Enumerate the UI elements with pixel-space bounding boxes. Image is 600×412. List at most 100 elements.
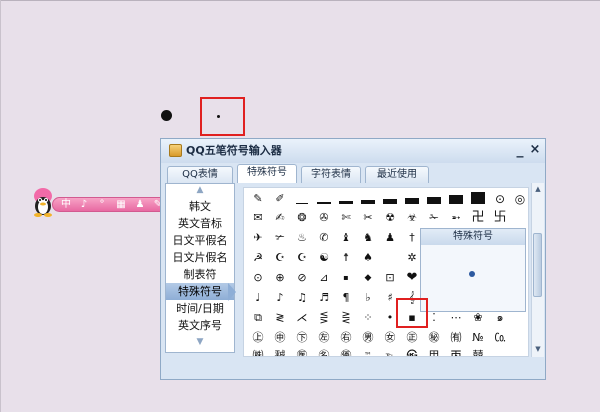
symbol-cell[interactable]: ☪ (292, 248, 312, 268)
symbol-cell[interactable] (402, 189, 422, 209)
symbol-cell[interactable]: ⊿ (314, 268, 334, 288)
symbol-cell[interactable]: ⊙ (248, 268, 268, 288)
symbol-cell[interactable]: ▪ (336, 268, 356, 288)
scroll-down-arrow-icon[interactable]: ▼ (532, 343, 544, 355)
symbol-cell[interactable] (358, 189, 378, 209)
scroll-thumb[interactable] (533, 233, 542, 297)
symbol-cell[interactable]: ☢ (380, 208, 400, 228)
symbol-cell[interactable]: ❀ (468, 308, 488, 328)
tab-recent[interactable]: 最近使用 (365, 166, 429, 183)
symbol-cell[interactable]: ✎ (248, 189, 268, 209)
symbol-cell[interactable]: ⊕ (270, 268, 290, 288)
symbol-cell[interactable]: ✄ (336, 208, 356, 228)
sidebar-down-arrow-icon[interactable]: ▼ (166, 336, 234, 348)
symbol-cell[interactable]: ☭ (248, 248, 268, 268)
symbol-cell[interactable]: ♫ (292, 288, 312, 308)
symbol-cell[interactable]: ⊡ (380, 268, 400, 288)
symbol-cell[interactable]: ㊔ (314, 346, 334, 356)
sidebar-item-ordinals[interactable]: 英文序号 (166, 317, 234, 334)
symbol-cell[interactable]: ㊥ (270, 328, 290, 348)
symbol-cell[interactable]: ☯ (314, 248, 334, 268)
symbol-cell[interactable]: ♟ (380, 228, 400, 248)
symbol-cell[interactable]: ⧉ (248, 308, 268, 328)
symbol-cell[interactable]: ㊧ (314, 328, 334, 348)
symbol-cell[interactable]: ✃ (270, 228, 290, 248)
symbol-cell[interactable]: ✂ (358, 208, 378, 228)
symbol-cell[interactable]: ⁘ (358, 308, 378, 328)
symbol-cell[interactable]: ☨ (336, 248, 356, 268)
tab-special-symbols[interactable]: 特殊符号 (237, 164, 297, 183)
symbol-cell[interactable]: ㊣ (402, 328, 422, 348)
ime-keyboard-icon[interactable]: ▦ (113, 198, 129, 211)
ime-moon-icon[interactable]: ♪ (77, 198, 91, 211)
symbol-cell[interactable]: ㆛ (446, 346, 466, 356)
symbol-cell[interactable] (424, 189, 444, 209)
symbol-cell[interactable]: ㊝ (336, 346, 356, 356)
symbol-cell[interactable]: ✈ (248, 228, 268, 248)
minimize-button[interactable]: _ (513, 140, 527, 160)
symbol-cell[interactable]: ❤ (402, 268, 422, 288)
symbol-cell[interactable] (314, 189, 334, 209)
symbol-cell[interactable] (468, 189, 488, 209)
symbol-cell[interactable]: ✉ (248, 208, 268, 228)
symbol-cell[interactable]: ㈱ (248, 346, 268, 356)
symbol-cell[interactable]: ㉿ (402, 346, 422, 356)
symbol-cell[interactable]: ㊩ (292, 346, 312, 356)
scroll-up-arrow-icon[interactable]: ▲ (532, 183, 544, 195)
symbol-cell[interactable]: ⋛ (336, 308, 356, 328)
tab-char-emoji[interactable]: 字符表情 (301, 166, 361, 183)
symbol-cell[interactable]: ㊦ (292, 328, 312, 348)
symbol-cell[interactable]: ⋌ (292, 308, 312, 328)
symbol-cell[interactable]: ✐ (270, 189, 290, 209)
symbol-cell[interactable]: ♞ (358, 228, 378, 248)
sidebar-item-korean[interactable]: 韩文 (166, 198, 234, 215)
symbol-cell[interactable]: ♭ (358, 288, 378, 308)
symbol-cell[interactable]: ✆ (314, 228, 334, 248)
symbol-cell[interactable]: ㊚ (358, 328, 378, 348)
symbol-cell[interactable]: ♬ (314, 288, 334, 308)
symbol-cell[interactable] (380, 189, 400, 209)
ime-user-icon[interactable]: ♟ (133, 198, 147, 211)
vertical-scrollbar[interactable]: ▲ ▼ (531, 183, 544, 357)
symbol-cell[interactable] (336, 189, 356, 209)
symbol-cell[interactable]: ♪ (270, 288, 290, 308)
symbol-cell[interactable]: ✁ (424, 208, 444, 228)
sidebar-item-box-drawing[interactable]: 制表符 (166, 266, 234, 283)
symbol-cell[interactable]: ♝ (336, 228, 356, 248)
symbol-cell[interactable]: ♩ (248, 288, 268, 308)
symbol-cell[interactable]: † (402, 228, 422, 248)
symbol-cell[interactable]: № (468, 328, 488, 348)
sidebar-item-phonetics[interactable]: 英文音标 (166, 215, 234, 232)
symbol-cell[interactable]: ㊨ (336, 328, 356, 348)
symbol-cell[interactable]: 囍 (468, 346, 488, 356)
sidebar-item-hiragana[interactable]: 日文平假名 (166, 232, 234, 249)
symbol-cell[interactable]: ㊙ (424, 328, 444, 348)
symbol-cell[interactable]: ◆ (358, 268, 378, 288)
symbol-cell[interactable]: ⋚ (314, 308, 334, 328)
symbol-cell[interactable]: ☪ (270, 248, 290, 268)
symbol-cell[interactable]: 甲 (424, 346, 444, 356)
close-button[interactable]: × (528, 140, 542, 160)
symbol-cell[interactable] (446, 189, 466, 209)
symbol-cell[interactable]: ✍ (270, 208, 290, 228)
symbol-cell[interactable]: ™ (358, 346, 378, 356)
ime-punct-icon[interactable]: ° (95, 198, 109, 211)
symbol-cell[interactable]: 卐 (490, 208, 510, 228)
ime-chinese-label[interactable]: 中 (59, 198, 73, 211)
symbol-cell[interactable]: ㊛ (380, 328, 400, 348)
symbol-cell[interactable]: ❂ (292, 208, 312, 228)
symbol-cell[interactable]: ♠ (358, 248, 378, 268)
symbol-cell[interactable]: ✲ (402, 248, 422, 268)
sidebar-up-arrow-icon[interactable]: ▲ (166, 184, 234, 196)
symbol-cell[interactable]: ㈲ (446, 328, 466, 348)
symbol-cell[interactable]: 卍 (468, 208, 488, 228)
tab-qq-emoji[interactable]: QQ表情 (167, 166, 233, 183)
symbol-cell[interactable]: ๑ (490, 308, 510, 328)
symbol-cell[interactable]: ≷ (270, 308, 290, 328)
symbol-cell[interactable]: ◎ (510, 189, 528, 209)
symbol-cell[interactable]: ¶ (336, 288, 356, 308)
symbol-cell[interactable]: ⊙ (490, 189, 510, 209)
symbol-cell[interactable]: ⊘ (292, 268, 312, 288)
symbol-cell[interactable]: ℡ (380, 346, 400, 356)
symbol-cell[interactable] (292, 189, 312, 209)
